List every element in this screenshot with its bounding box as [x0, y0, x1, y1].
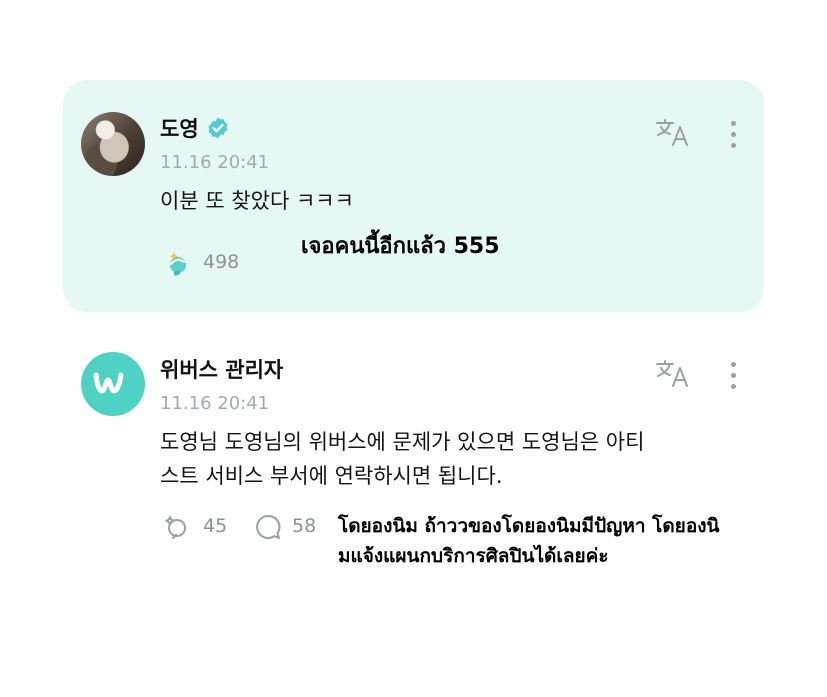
comment-bubble-icon[interactable]: [254, 513, 282, 541]
reply-author-name[interactable]: 위버스 관리자: [160, 354, 283, 384]
reply-text-line2: 스트 서비스 부서에 연락하시면 됩니다.: [160, 464, 503, 488]
comment-translation-overlay: เจอคนนี้อีกแล้ว 555: [301, 234, 500, 259]
reply-translation-overlay-line2: มแจ้งแผนกบริการศิลปินได้เลยค่ะ: [338, 545, 609, 567]
translate-icon[interactable]: [655, 359, 693, 389]
comment-timestamp: 11.16 20:41: [160, 152, 270, 173]
like-outline-icon[interactable]: [160, 513, 190, 541]
admin-avatar[interactable]: [81, 352, 145, 416]
reply-comment-count: 58: [292, 515, 317, 537]
reply-translation-overlay-line1: โดยองนิม ถ้าววของโดยองนิมมีปัญหา โดยองนิ: [338, 515, 720, 537]
artist-avatar[interactable]: [81, 112, 145, 176]
verified-badge-icon: [208, 117, 228, 139]
reply-timestamp: 11.16 20:41: [160, 393, 270, 414]
weverse-logo-icon: [93, 372, 124, 394]
comment-author-name[interactable]: 도영: [160, 113, 199, 143]
translate-icon[interactable]: [655, 118, 693, 148]
lightstick-reaction-icon[interactable]: [160, 249, 192, 277]
more-vertical-icon[interactable]: [731, 362, 737, 395]
comment-text: 이분 또 찾았다 ㅋㅋㅋ: [160, 189, 354, 213]
comment-like-count: 498: [203, 251, 240, 273]
reply-text-line1: 도영님 도영님의 위버스에 문제가 있으면 도영님은 아티: [160, 430, 645, 454]
reply-like-count: 45: [203, 515, 228, 537]
more-vertical-icon[interactable]: [731, 121, 737, 154]
